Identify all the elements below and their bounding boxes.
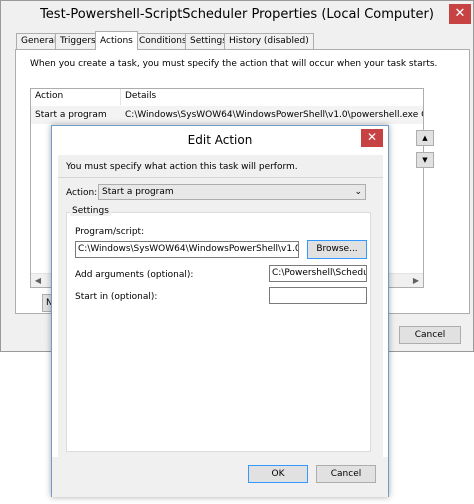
settings-group: Program/script: C:\Windows\SysWOW64\Wind… xyxy=(66,212,371,452)
window-close-button[interactable]: ✕ xyxy=(449,4,471,24)
actions-intro-text: When you create a task, you must specify… xyxy=(30,59,438,69)
column-header-details[interactable]: Details xyxy=(121,89,423,105)
properties-cancel-button[interactable]: Cancel xyxy=(399,326,461,344)
tab-conditions[interactable]: Conditions xyxy=(134,33,192,49)
arrow-down-icon: ▼ xyxy=(422,156,428,164)
tab-actions[interactable]: Actions xyxy=(95,31,138,50)
start-in-label: Start in (optional): xyxy=(75,292,158,302)
dialog-title: Edit Action xyxy=(52,126,388,154)
chevron-down-icon: ⌄ xyxy=(354,187,362,197)
action-label: Action: xyxy=(66,188,98,198)
tab-triggers[interactable]: Triggers xyxy=(55,33,101,49)
move-down-button[interactable]: ▼ xyxy=(416,152,434,168)
action-type-select[interactable]: Start a program ⌄ xyxy=(98,184,366,200)
close-icon: ✕ xyxy=(454,6,466,21)
add-arguments-label: Add arguments (optional): xyxy=(75,270,194,280)
scroll-right-icon[interactable]: ▶ xyxy=(409,274,423,287)
dialog-close-button[interactable]: ✕ xyxy=(361,129,383,147)
start-in-input[interactable] xyxy=(269,287,367,304)
tab-history[interactable]: History (disabled) xyxy=(224,33,314,49)
divider xyxy=(58,177,383,178)
close-icon: ✕ xyxy=(366,130,378,144)
scroll-left-icon[interactable]: ◀ xyxy=(31,274,45,287)
window-title: Test-Powershell-ScriptScheduler Properti… xyxy=(1,1,473,31)
program-script-input[interactable]: C:\Windows\SysWOW64\WindowsPowerShell\v1… xyxy=(75,241,299,258)
table-cell-details: C:\Windows\SysWOW64\WindowsPowerShell\v1… xyxy=(125,110,424,120)
table-cell-action: Start a program xyxy=(35,110,107,120)
dialog-body: You must specify what action this task w… xyxy=(58,155,383,457)
dialog-footer: OK Cancel xyxy=(52,457,388,497)
column-header-action[interactable]: Action xyxy=(31,89,121,105)
move-up-button[interactable]: ▲ xyxy=(416,130,434,146)
browse-button[interactable]: Browse... xyxy=(307,240,367,259)
add-arguments-input[interactable]: C:\Powershell\Schedulin xyxy=(269,265,367,282)
action-select-value: Start a program xyxy=(102,187,174,197)
settings-group-label: Settings xyxy=(70,206,111,216)
edit-action-dialog: Edit Action ✕ You must specify what acti… xyxy=(51,125,389,497)
program-script-label: Program/script: xyxy=(75,227,145,237)
dialog-instruction: You must specify what action this task w… xyxy=(66,162,298,172)
ok-button[interactable]: OK xyxy=(248,465,308,483)
dialog-cancel-button[interactable]: Cancel xyxy=(316,465,376,483)
arrow-up-icon: ▲ xyxy=(422,134,428,142)
